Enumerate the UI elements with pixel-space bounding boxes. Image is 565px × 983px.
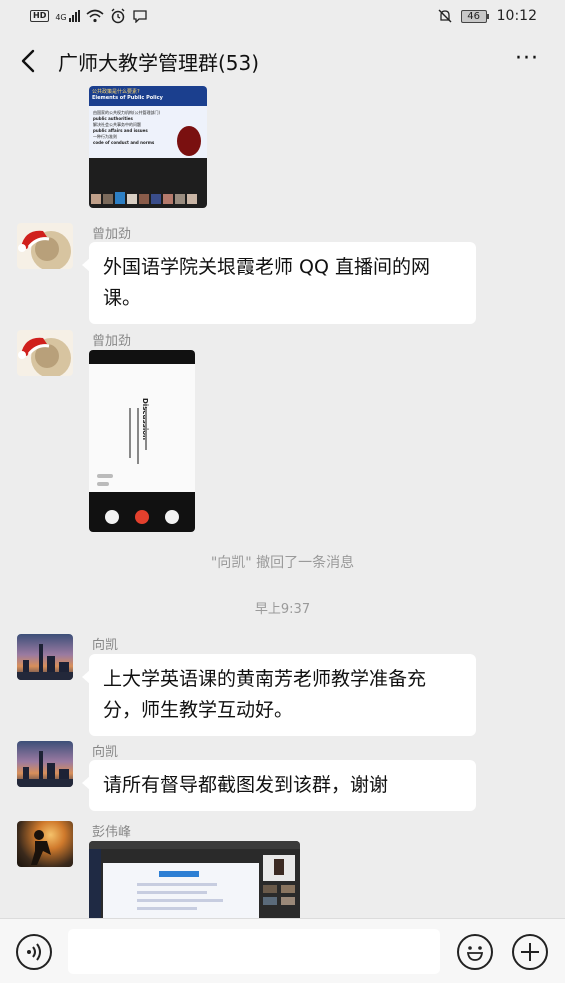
santa-hat-avatar-icon	[18, 337, 71, 376]
video-strip	[89, 158, 207, 208]
voice-icon	[27, 943, 41, 961]
avatar[interactable]	[17, 741, 73, 787]
slide-graphic	[177, 126, 201, 156]
slide-banner: 公共政策是什么要素? Elements of Public Policy	[89, 86, 207, 106]
more-options-button[interactable]: ···	[515, 46, 539, 71]
image-message[interactable]: Discussion	[89, 350, 195, 532]
slide-subtitle: Elements of Public Policy	[92, 95, 163, 101]
avatar[interactable]	[17, 223, 73, 269]
sender-name: 彭伟峰	[92, 825, 132, 840]
shared-document	[103, 863, 259, 918]
input-bar	[0, 918, 565, 983]
mic-icon	[105, 510, 119, 524]
status-bar-right: 46 10:12	[437, 8, 537, 24]
plus-icon	[521, 943, 539, 961]
emoji-icon	[466, 946, 484, 961]
alarm-icon	[111, 8, 125, 24]
text-message-bubble[interactable]: 外国语学院关垠霞老师 QQ 直播间的网课。	[82, 242, 476, 324]
text-message-bubble[interactable]: 请所有督导都截图发到该群，谢谢	[82, 760, 476, 811]
mute-bell-icon	[438, 9, 452, 23]
slide-title: 公共政策是什么要素?	[92, 89, 140, 95]
city-skyline-avatar-icon	[17, 644, 73, 680]
image-message[interactable]: 公共政策是什么要素? Elements of Public Policy 由国家…	[89, 86, 207, 208]
wifi-icon	[86, 9, 104, 23]
avatar[interactable]	[17, 634, 73, 680]
hangup-icon	[135, 510, 149, 524]
voice-button[interactable]	[16, 934, 52, 970]
status-bar: HD 4G 46 10:12	[0, 0, 565, 34]
city-skyline-avatar-icon	[17, 751, 73, 787]
plus-button[interactable]	[512, 934, 548, 970]
santa-hat-avatar-icon	[18, 230, 71, 269]
recall-notice: "向凯" 撤回了一条消息	[210, 555, 355, 571]
status-bar-left: HD 4G	[30, 8, 148, 24]
silhouette-avatar-icon	[31, 830, 51, 865]
emoji-button[interactable]	[457, 934, 493, 970]
sender-name: 曾加劲	[92, 334, 132, 349]
timestamp: 早上9:37	[254, 602, 311, 617]
text-message-bubble[interactable]: 上大学英语课的黄南芳老师教学准备充分，师生教学互动好。	[82, 654, 476, 736]
chat-title: 广师大教学管理群(53)	[58, 51, 260, 75]
sender-name: 向凯	[92, 638, 119, 653]
sender-name: 向凯	[92, 745, 119, 760]
chat-header: 广师大教学管理群(53) ···	[0, 34, 565, 88]
clock: 10:12	[496, 8, 537, 24]
sender-name: 曾加劲	[92, 227, 132, 242]
phone-screen: Discussion	[89, 364, 195, 492]
chat-bubble-icon	[132, 10, 147, 23]
back-arrow-icon[interactable]	[18, 48, 40, 74]
battery-icon: 46	[460, 9, 489, 23]
image-message[interactable]	[89, 841, 300, 918]
avatar[interactable]	[17, 330, 73, 376]
slide-body: 由国家的公共权力机构(公共管理部门) public authorities 解决…	[93, 110, 161, 145]
avatar[interactable]	[17, 821, 73, 867]
signal-icon: 4G	[55, 10, 80, 22]
speaker-icon	[165, 510, 179, 524]
hd-badge: HD	[30, 10, 50, 22]
message-input[interactable]	[68, 929, 440, 974]
